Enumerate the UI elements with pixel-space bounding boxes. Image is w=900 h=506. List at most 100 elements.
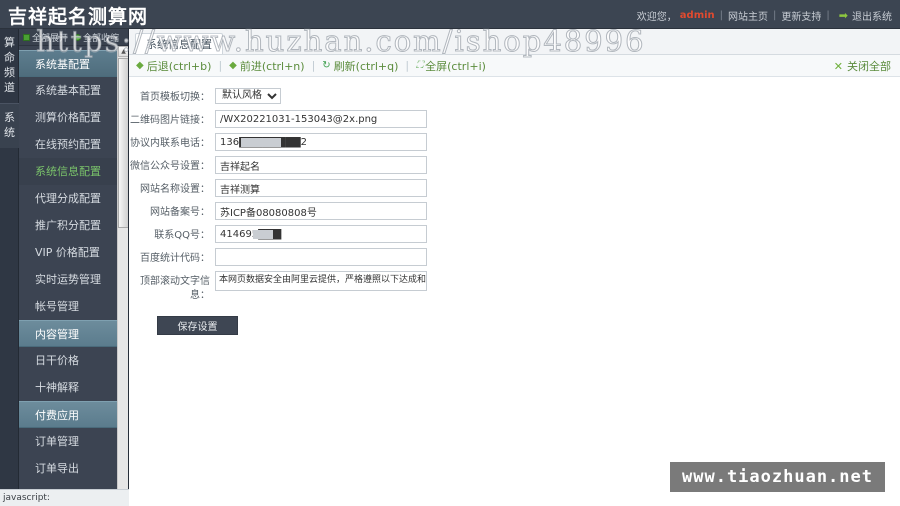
field-top-scroll-text <box>215 271 427 294</box>
logout-link[interactable]: 退出系统 <box>852 8 892 23</box>
top-bar-actions: 欢迎您， admin | 网站主页 | 更新支持 | ➡ 退出系统 <box>637 8 892 23</box>
collapse-icon <box>74 33 82 41</box>
label-top-scroll-text: 顶部滚动文字信息： <box>140 276 210 301</box>
scroll-up-arrow-icon[interactable]: ▲ <box>118 46 128 57</box>
forward-arrow-icon: ◆ <box>229 59 237 71</box>
label-baidu-stats: 百度统计代码： <box>140 253 210 264</box>
field-wechat-account <box>215 156 427 174</box>
site-name-input[interactable] <box>215 179 427 197</box>
sidebar-group-system-config[interactable]: 系统基配置 <box>19 50 123 77</box>
system-info-form: 首页模板切换： 默认风格 二维码图片链接： 协议内联系电话： <box>129 77 900 335</box>
collapse-all-label: 全部收缩 <box>83 33 120 44</box>
back-button[interactable]: ◆ 后退(ctrl+b) <box>136 58 211 74</box>
save-settings-button[interactable]: 保存设置 <box>157 316 238 335</box>
label-contact-qq: 联系QQ号： <box>154 230 210 241</box>
refresh-label: 刷新(ctrl+q) <box>333 59 399 73</box>
sidebar-item-online-booking-config[interactable]: 在线预约配置 <box>19 131 123 158</box>
close-all-button[interactable]: ✕ 关闭全部 <box>834 58 891 74</box>
qrcode-url-input[interactable] <box>215 110 427 128</box>
sidebar-item-agent-share-config[interactable]: 代理分成配置 <box>19 185 123 212</box>
status-bar: javascript: <box>0 489 129 506</box>
scrollbar-thumb[interactable] <box>118 58 128 228</box>
sidebar-item-promotion-points-config[interactable]: 推广积分配置 <box>19 212 123 239</box>
separator-2: | <box>773 10 777 21</box>
label-qrcode-url: 二维码图片链接： <box>130 115 210 126</box>
form-row-contact-phone: 协议内联系电话： <box>129 133 900 151</box>
field-icp-number <box>215 202 427 220</box>
sidebar-item-realtime-fortune-mgmt[interactable]: 实时运势管理 <box>19 266 123 293</box>
field-qrcode-url <box>215 110 427 128</box>
vtab-fortune-channel[interactable]: 算 命 频 道 <box>0 29 19 104</box>
main-panel: 系统信息配置 ◆ 后退(ctrl+b) | ◆ 前进(ctrl+n) | ↻ 刷… <box>129 29 900 506</box>
vtab-sys-char-1: 统 <box>4 126 15 139</box>
sidebar-scrollbar[interactable]: ▲ ▼ <box>117 46 128 506</box>
refresh-icon: ↻ <box>322 59 331 71</box>
fullscreen-icon: ⛶ <box>416 59 423 71</box>
collapse-all-button[interactable]: 全部收缩 <box>74 31 119 44</box>
tab-strip: 系统信息配置 <box>129 29 900 55</box>
update-support-link[interactable]: 更新支持 <box>781 8 821 23</box>
vertical-channel-tabs: 算 命 频 道 系 统 <box>0 29 19 506</box>
welcome-text: 欢迎您， <box>636 12 677 23</box>
field-baidu-stats <box>215 248 427 266</box>
form-row-site-name: 网站名称设置： <box>129 179 900 197</box>
vtab-system[interactable]: 系 统 <box>0 104 19 148</box>
sidebar-item-system-basic-config[interactable]: 系统基本配置 <box>19 77 123 104</box>
field-contact-qq <box>215 225 427 243</box>
field-template-switch: 默认风格 <box>215 87 281 104</box>
form-row-qrcode-url: 二维码图片链接： <box>129 110 900 128</box>
sidebar-menu-scroll: 系统基配置 系统基本配置 测算价格配置 在线预约配置 系统信息配置 代理分成配置… <box>19 46 128 506</box>
forward-label: 前进(ctrl+n) <box>239 59 305 73</box>
template-switch-select[interactable]: 默认风格 <box>215 87 281 104</box>
site-home-link[interactable]: 网站主页 <box>728 8 768 23</box>
fullscreen-label: 全屏(ctrl+i) <box>425 59 486 73</box>
vtab-char-2: 频 <box>4 66 15 79</box>
sidebar-item-daygan-price[interactable]: 日干价格 <box>19 347 123 374</box>
sidebar-item-vip-price-config[interactable]: VIP 价格配置 <box>19 239 123 266</box>
sidebar-item-order-export[interactable]: 订单导出 <box>19 455 123 482</box>
sidebar-group-paid-apps[interactable]: 付费应用 <box>19 401 123 428</box>
sidebar-toolbar: 全部展开 全部收缩 <box>19 29 128 46</box>
contact-qq-input[interactable] <box>215 225 427 243</box>
redaction-bar-qq <box>253 230 273 239</box>
vtab-char-1: 命 <box>4 51 15 64</box>
refresh-button[interactable]: ↻ 刷新(ctrl+q) <box>322 58 398 74</box>
top-bar: 吉祥起名测算网 欢迎您， admin | 网站主页 | 更新支持 | ➡ 退出系… <box>0 0 900 29</box>
nav-sep-3: | <box>405 59 410 72</box>
separator-3: | <box>826 10 830 21</box>
sidebar-item-order-mgmt[interactable]: 订单管理 <box>19 428 123 455</box>
current-user: admin <box>679 10 715 21</box>
content-area: 首页模板切换： 默认风格 二维码图片链接： 协议内联系电话： <box>129 77 900 506</box>
close-icon: ✕ <box>833 59 843 73</box>
sidebar-group-content-mgmt[interactable]: 内容管理 <box>19 320 123 347</box>
label-template-switch: 首页模板切换： <box>140 92 210 103</box>
nav-sep-2: | <box>311 59 316 72</box>
admin-console-window: 吉祥起名测算网 欢迎您， admin | 网站主页 | 更新支持 | ➡ 退出系… <box>0 0 900 506</box>
navigation-bar: ◆ 后退(ctrl+b) | ◆ 前进(ctrl+n) | ↻ 刷新(ctrl+… <box>129 55 900 77</box>
vtab-char-0: 算 <box>4 36 15 49</box>
field-site-name <box>215 179 427 197</box>
separator-1: | <box>719 10 724 21</box>
tab-system-info-config[interactable]: 系统信息配置 <box>135 33 223 54</box>
label-contact-phone: 协议内联系电话： <box>130 138 210 149</box>
label-site-name: 网站名称设置： <box>140 184 210 195</box>
label-icp-number: 网站备案号： <box>150 207 210 218</box>
expand-all-label: 全部展开 <box>32 33 69 44</box>
vtab-char-3: 道 <box>4 81 15 94</box>
forward-button[interactable]: ◆ 前进(ctrl+n) <box>229 58 304 74</box>
baidu-stats-input[interactable] <box>215 248 427 266</box>
site-logo: 吉祥起名测算网 <box>8 6 149 28</box>
form-row-wechat-account: 微信公众号设置： <box>129 156 900 174</box>
wechat-account-input[interactable] <box>215 156 427 174</box>
sidebar-item-account-mgmt[interactable]: 帐号管理 <box>19 293 123 320</box>
sidebar-item-price-config[interactable]: 测算价格配置 <box>19 104 123 131</box>
sidebar-item-system-info-config[interactable]: 系统信息配置 <box>19 158 123 185</box>
icp-number-input[interactable] <box>215 202 427 220</box>
form-row-template-switch: 首页模板切换： 默认风格 <box>129 87 900 105</box>
top-scroll-text-textarea[interactable] <box>215 271 427 291</box>
fullscreen-button[interactable]: ⛶ 全屏(ctrl+i) <box>416 58 486 74</box>
label-wechat-account: 微信公众号设置： <box>130 161 210 172</box>
expand-all-button[interactable]: 全部展开 <box>23 31 68 44</box>
sidebar-item-ten-gods-explain[interactable]: 十神解释 <box>19 374 123 401</box>
expand-icon <box>23 33 30 41</box>
